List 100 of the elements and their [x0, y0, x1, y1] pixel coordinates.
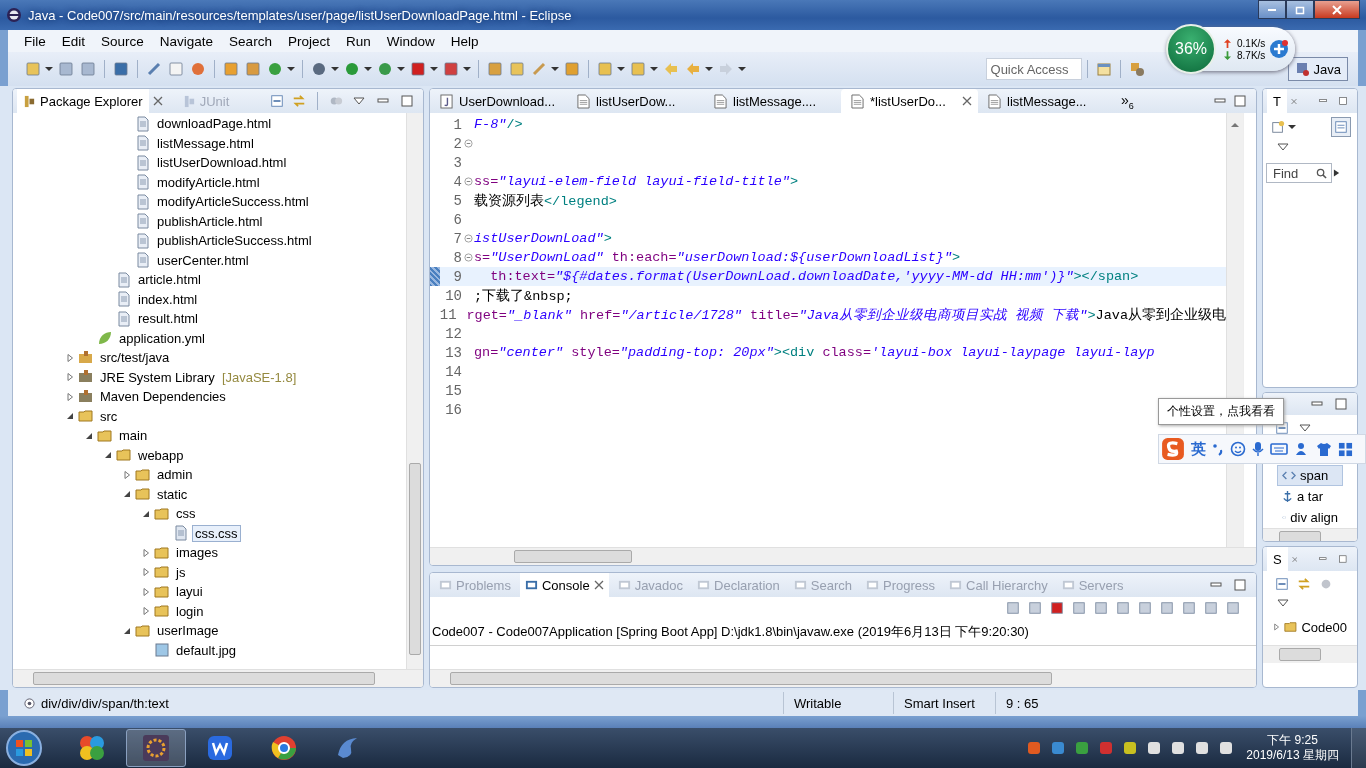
- collapsed-arrow-icon[interactable]: [1273, 623, 1280, 631]
- view-tab[interactable]: S: [1267, 547, 1288, 571]
- editor-tab[interactable]: *listUserDo...: [841, 89, 978, 113]
- minimize-icon[interactable]: [1319, 555, 1328, 563]
- more-tabs-button[interactable]: »$_{6}$: [1121, 91, 1134, 111]
- collapsed-arrow-icon[interactable]: [66, 353, 74, 362]
- collapsed-arrow-icon[interactable]: [142, 587, 150, 596]
- find-field[interactable]: Find: [1266, 163, 1332, 183]
- tree-item[interactable]: css: [173, 505, 199, 523]
- expand-arrow-icon[interactable]: [1333, 169, 1340, 177]
- collapsed-arrow-icon[interactable]: [142, 607, 150, 616]
- horizontal-scrollbar[interactable]: [430, 669, 1256, 687]
- expanded-arrow-icon[interactable]: [123, 626, 131, 635]
- expanded-arrow-icon[interactable]: [66, 412, 74, 421]
- language-mode-button[interactable]: 英: [1191, 439, 1206, 459]
- collapse-all-icon[interactable]: [268, 92, 286, 110]
- tree-item[interactable]: main: [116, 427, 151, 445]
- tree-item[interactable]: src/test/java: [97, 349, 173, 367]
- quick-access-field[interactable]: Quick Access: [985, 58, 1082, 80]
- view-menu-icon[interactable]: [353, 97, 365, 105]
- fold-icon[interactable]: [463, 139, 473, 148]
- tree-item[interactable]: modifyArticle.html: [154, 173, 263, 191]
- collapsed-arrow-icon[interactable]: [123, 470, 131, 479]
- tree-item[interactable]: downloadPage.html: [154, 115, 275, 133]
- network-monitor-widget[interactable]: 36% 0.1K/s 8.7K/s: [1167, 27, 1295, 71]
- tree-item[interactable]: application.yml: [116, 329, 208, 347]
- show-desktop-button[interactable]: [1351, 728, 1366, 768]
- restore-button[interactable]: [1286, 0, 1314, 19]
- fold-icon[interactable]: [463, 253, 473, 262]
- view-menu-icon[interactable]: [1299, 424, 1311, 432]
- menu-item[interactable]: Source: [93, 33, 152, 49]
- view-menu-icon[interactable]: [1277, 143, 1289, 151]
- fold-icon[interactable]: [463, 234, 473, 243]
- tree-item[interactable]: article.html: [135, 271, 204, 289]
- outline-item[interactable]: span: [1277, 465, 1343, 486]
- caret-icon[interactable]: [705, 65, 713, 73]
- tree-item[interactable]: login: [173, 602, 207, 620]
- editor-tab[interactable]: listMessage....: [704, 89, 841, 113]
- fold-icon[interactable]: [463, 177, 473, 186]
- view-tab[interactable]: Console: [519, 573, 609, 597]
- view-menu-icon[interactable]: [1277, 599, 1289, 607]
- collapsed-arrow-icon[interactable]: [66, 373, 74, 382]
- tree-item[interactable]: src: [97, 407, 121, 425]
- tree-item[interactable]: webapp: [135, 446, 187, 464]
- tree-item[interactable]: userImage: [154, 622, 222, 640]
- caret-icon[interactable]: [331, 65, 339, 73]
- categorize-icon[interactable]: [1331, 117, 1351, 137]
- collapsed-arrow-icon[interactable]: [142, 568, 150, 577]
- tree-item[interactable]: userCenter.html: [154, 251, 252, 269]
- tree-item[interactable]: layui: [173, 583, 206, 601]
- tree-item[interactable]: Maven Dependencies: [97, 388, 229, 406]
- tree-item[interactable]: css.css: [192, 524, 241, 542]
- tree-item[interactable]: JRE System Library: [97, 368, 218, 386]
- menu-item[interactable]: Search: [221, 33, 280, 49]
- shirt-icon[interactable]: [1316, 441, 1332, 457]
- horizontal-scrollbar[interactable]: [13, 669, 423, 687]
- maximize-icon[interactable]: [1335, 398, 1347, 410]
- minimize-icon[interactable]: [1311, 400, 1323, 408]
- view-tab[interactable]: T: [1267, 89, 1287, 113]
- sogou-logo-icon[interactable]: [1161, 437, 1185, 461]
- editor-tab[interactable]: listUserDow...: [567, 89, 704, 113]
- caret-icon[interactable]: [650, 65, 658, 73]
- horizontal-scrollbar[interactable]: [1263, 645, 1357, 663]
- caret-icon[interactable]: [551, 65, 559, 73]
- tree-item[interactable]: Code00: [1301, 619, 1347, 635]
- punctuation-icon[interactable]: [1212, 441, 1224, 457]
- expanded-arrow-icon[interactable]: [142, 509, 150, 518]
- menu-item[interactable]: File: [16, 33, 54, 49]
- menu-item[interactable]: Run: [337, 33, 379, 49]
- caret-icon[interactable]: [287, 65, 295, 73]
- caret-icon[interactable]: [45, 65, 53, 73]
- perspective-button[interactable]: Java: [1287, 57, 1348, 81]
- tree-item[interactable]: default.jpg: [173, 641, 239, 659]
- maximize-icon[interactable]: [1234, 579, 1246, 591]
- minimize-icon[interactable]: [1210, 581, 1222, 589]
- collapse-all-icon[interactable]: [1273, 575, 1291, 593]
- close-icon[interactable]: [962, 96, 972, 106]
- tree-item[interactable]: result.html: [135, 310, 201, 328]
- maximize-icon[interactable]: [1339, 553, 1347, 565]
- microphone-icon[interactable]: [1252, 441, 1264, 457]
- tree-item[interactable]: admin: [154, 466, 196, 484]
- caret-icon[interactable]: [1288, 123, 1296, 131]
- menu-item[interactable]: Navigate: [151, 33, 222, 49]
- caret-icon[interactable]: [397, 65, 405, 73]
- menu-item[interactable]: Project: [279, 33, 338, 49]
- tree-item[interactable]: listUserDownload.html: [154, 154, 290, 172]
- smiley-icon[interactable]: [1230, 441, 1246, 457]
- expanded-arrow-icon[interactable]: [123, 490, 131, 499]
- ide-app-icon[interactable]: [126, 729, 186, 767]
- caret-icon[interactable]: [364, 65, 372, 73]
- tree-item[interactable]: publishArticle.html: [154, 212, 266, 230]
- close-icon[interactable]: [152, 96, 163, 106]
- clock[interactable]: 下午 9:25 2019/6/13 星期四: [1240, 733, 1347, 763]
- close-icon[interactable]: [593, 580, 604, 590]
- tree-item[interactable]: js: [173, 563, 189, 581]
- menu-item[interactable]: Window: [378, 33, 443, 49]
- close-button[interactable]: [1314, 0, 1360, 19]
- outline-item[interactable]: a tar: [1277, 486, 1343, 507]
- collapsed-arrow-icon[interactable]: [66, 392, 74, 401]
- start-button[interactable]: [4, 728, 44, 768]
